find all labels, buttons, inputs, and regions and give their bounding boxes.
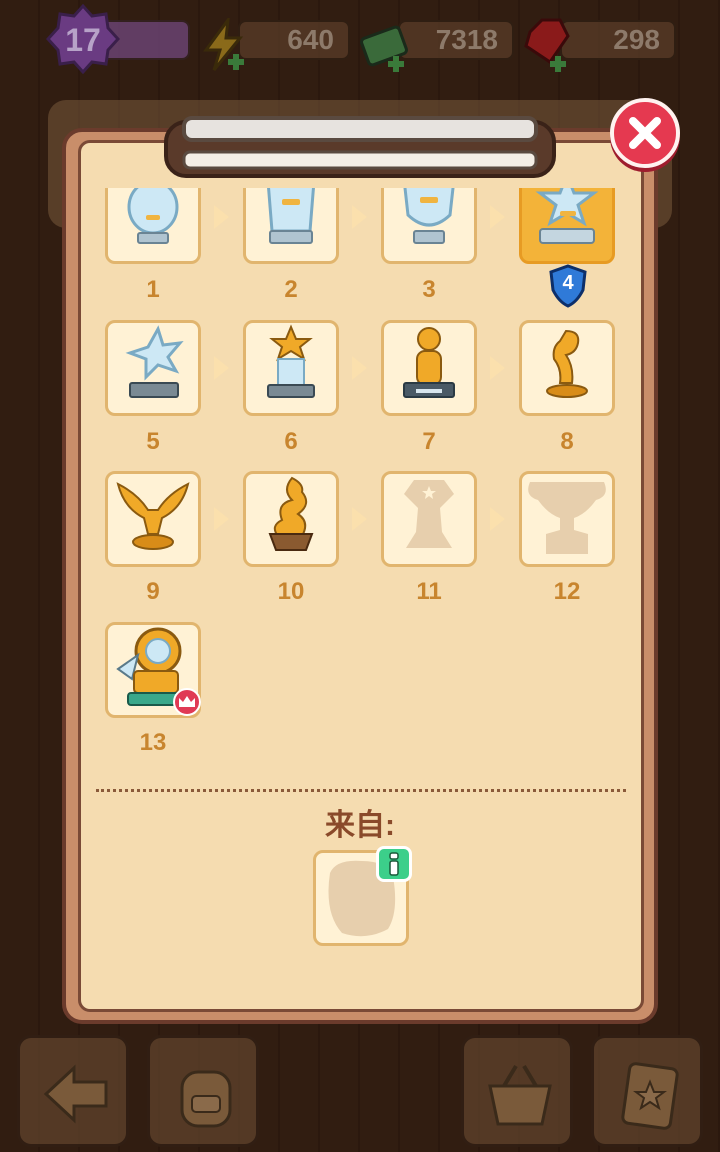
progression-arrow: [214, 507, 229, 531]
close-button[interactable]: [610, 98, 680, 168]
gold-star-trophy-icon: [267, 324, 315, 398]
cash-value: 7318: [435, 24, 498, 55]
trophy-number: 12: [553, 578, 581, 605]
cash-icon: [360, 25, 408, 72]
level-badge-value: 4: [562, 272, 574, 294]
energy-icon: [203, 18, 244, 71]
trophy-number: 13: [139, 729, 167, 756]
progression-arrow: [214, 356, 229, 380]
gold-flame-trophy-icon: [268, 476, 314, 551]
trophy-slot-7[interactable]: [381, 320, 477, 416]
progression-arrow: [352, 205, 367, 229]
gold-abstract-trophy-icon: [546, 329, 588, 398]
locked-cup-silhouette-icon: [528, 482, 606, 554]
section-divider: [96, 789, 626, 792]
clipboard-star-icon: [621, 1062, 679, 1130]
crystal-star-stand-icon: [125, 325, 184, 398]
progression-arrow: [352, 356, 367, 380]
trophy-number: 8: [560, 428, 574, 455]
trophy-number: 7: [422, 428, 436, 455]
gold-winged-trophy-icon: [116, 482, 190, 550]
trophy-slot-4[interactable]: [519, 188, 615, 264]
level-value: 17: [65, 22, 101, 58]
trophy-slot-6[interactable]: [243, 320, 339, 416]
close-icon: [629, 117, 661, 149]
locked-trophy-silhouette-icon: [404, 480, 454, 548]
gold-figure-trophy-icon: [403, 327, 455, 398]
trophy-number: 6: [284, 428, 298, 455]
crystal-star-trophy-icon: [535, 188, 599, 244]
energy-value: 640: [287, 24, 334, 55]
progression-arrow: [490, 507, 505, 531]
back-button[interactable]: [17, 1035, 129, 1147]
progression-arrow: [352, 507, 367, 531]
trophy-slot-9[interactable]: [105, 471, 201, 567]
progression-arrow: [214, 205, 229, 229]
collection-button[interactable]: [591, 1035, 703, 1147]
back-arrow-icon: [43, 1064, 108, 1124]
gem-icon: [524, 18, 570, 72]
trophy-number: 2: [284, 276, 298, 303]
gems-value: 298: [613, 24, 660, 55]
crown-icon: [179, 696, 195, 707]
basket-button[interactable]: [461, 1035, 573, 1147]
trophy-slot-1[interactable]: [105, 188, 201, 264]
backpack-icon: [180, 1070, 232, 1128]
source-label: 来自:: [325, 809, 395, 842]
trophy-number: 9: [146, 578, 160, 605]
trophy-number: 11: [416, 578, 442, 605]
trophy-slot-12[interactable]: [519, 471, 615, 567]
trophy-number: 10: [277, 578, 305, 605]
trophy-number: 5: [146, 428, 160, 455]
crystal-trophy-icon: [127, 188, 179, 244]
trophy-slot-10[interactable]: [243, 471, 339, 567]
info-button[interactable]: [376, 846, 412, 882]
gems-counter[interactable]: 298: [560, 20, 676, 60]
backpack-button[interactable]: [147, 1035, 259, 1147]
crown-badge: [173, 688, 201, 716]
trophy-slot-3[interactable]: [381, 188, 477, 264]
progression-arrow: [490, 205, 505, 229]
crystal-shield-icon: [403, 188, 455, 244]
trophy-number: 3: [422, 276, 436, 303]
info-icon: [389, 852, 399, 876]
trophy-number: 1: [146, 276, 160, 303]
trophy-slot-5[interactable]: [105, 320, 201, 416]
progression-arrow: [490, 356, 505, 380]
trophy-grid: 1 2 3 4 5 6 7 8 9 10 11 12 13: [80, 188, 640, 778]
trophy-slot-2[interactable]: [243, 188, 339, 264]
trophy-slot-11[interactable]: [381, 471, 477, 567]
basket-icon: [488, 1064, 552, 1126]
energy-counter[interactable]: 640: [238, 20, 350, 60]
crystal-plaque-icon: [267, 188, 315, 244]
status-bar: 17 640 7318 298: [0, 3, 720, 75]
trophy-slot-8[interactable]: [519, 320, 615, 416]
clipboard-clip: [164, 116, 556, 178]
level-shield-badge: 4: [547, 264, 589, 308]
